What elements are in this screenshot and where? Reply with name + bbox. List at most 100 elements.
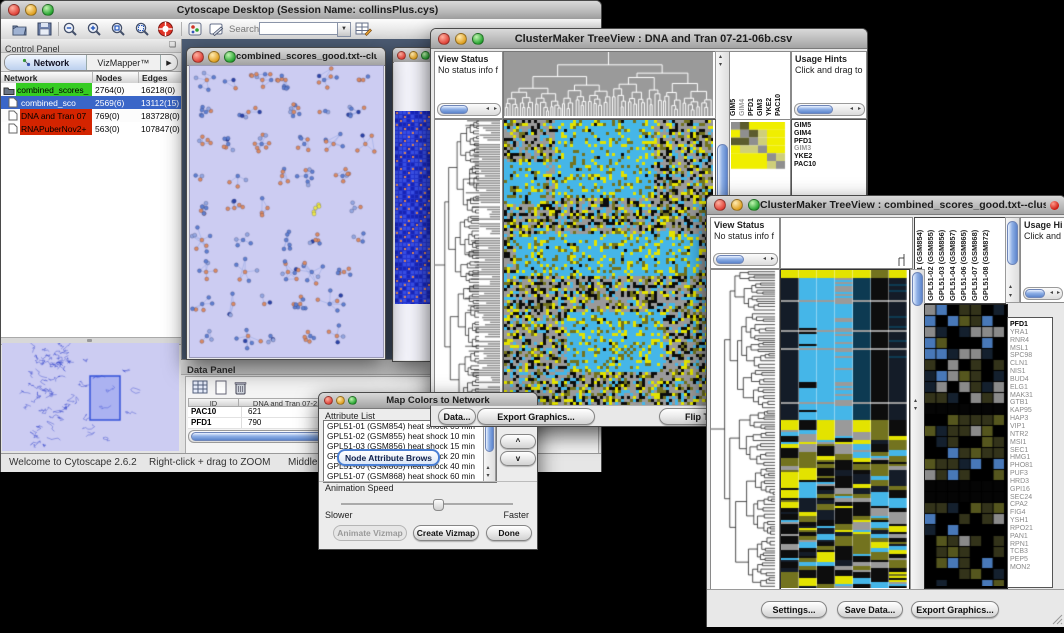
scroll-left-icon[interactable]: ◂: [850, 106, 853, 112]
main-title-bar[interactable]: Cytoscape Desktop (Session Name: collins…: [1, 1, 601, 20]
tv2-gene-label[interactable]: HRD3: [1008, 478, 1052, 486]
tv2-gene-label[interactable]: RPO21: [1008, 525, 1052, 533]
tv1-column-label[interactable]: GIM5: [730, 54, 739, 116]
traffic-lights[interactable]: [8, 4, 54, 16]
vizmapper-icon[interactable]: [187, 21, 204, 37]
tv2-gene-label[interactable]: RNR4: [1008, 337, 1052, 345]
tv1-column-dendrogram[interactable]: [503, 51, 716, 119]
delete-attribute-icon[interactable]: [233, 380, 250, 396]
tv2-zoom-view[interactable]: [924, 304, 1008, 589]
scroll-right-icon[interactable]: ▸: [771, 256, 774, 262]
id-header[interactable]: ID: [188, 398, 239, 407]
tv2-heatmap[interactable]: [780, 269, 910, 591]
tv1-hints-hscrollbar[interactable]: ◂ ▸: [794, 103, 865, 116]
zoom-window-icon[interactable]: [348, 396, 357, 405]
tv2-vscrollbar[interactable]: ▴ ▾: [910, 269, 925, 591]
tv1-gene-label[interactable]: YKE2: [792, 153, 866, 161]
tv2-row-dendrogram[interactable]: [710, 269, 780, 591]
help-lifering-icon[interactable]: [157, 21, 174, 37]
tab-network[interactable]: Network: [5, 55, 87, 70]
tv2-hints-hscrollbar[interactable]: ◂ ▸: [1023, 287, 1063, 300]
scroll-left-icon[interactable]: ◂: [486, 106, 489, 112]
tv1-heatmap[interactable]: [503, 119, 716, 413]
tv2-gene-label[interactable]: MSI1: [1008, 439, 1052, 447]
zoom-window-icon[interactable]: [421, 51, 430, 60]
scroll-up-icon[interactable]: ▴: [719, 54, 722, 60]
close-icon[interactable]: [324, 396, 333, 405]
zoom-window-icon[interactable]: [472, 33, 484, 45]
tv1-gene-label[interactable]: GIM5: [792, 122, 866, 130]
tv2-gene-label[interactable]: PUF3: [1008, 470, 1052, 478]
close-icon[interactable]: [397, 51, 406, 60]
tv2-gene-label[interactable]: VIP1: [1008, 423, 1052, 431]
resize-grip-icon[interactable]: [1050, 612, 1063, 625]
attribute-list-item[interactable]: GPL51-07 (GSM868) heat shock 60 min: [324, 471, 482, 481]
tv2-gene-label[interactable]: RPN1: [1008, 541, 1052, 549]
node-attribute-browser-button[interactable]: Node Attribute Brows: [337, 449, 440, 466]
scroll-down-icon[interactable]: ▾: [487, 473, 490, 479]
save-data-button[interactable]: Save Data...: [837, 601, 903, 618]
minimize-icon[interactable]: [336, 396, 345, 405]
scroll-left-icon[interactable]: ◂: [1050, 290, 1053, 296]
animation-speed-slider[interactable]: [341, 499, 513, 509]
tv2-column-dendrogram[interactable]: [780, 217, 913, 269]
close-icon[interactable]: [438, 33, 450, 45]
tv1-column-label[interactable]: YKE2: [766, 54, 775, 116]
zoom-window-icon[interactable]: [224, 51, 236, 63]
tv2-column-label[interactable]: GPL51-04 (GSM857): [948, 219, 959, 301]
table-mode-icon[interactable]: [192, 380, 209, 396]
scroll-right-icon[interactable]: ▸: [494, 106, 497, 112]
zoom-fit-icon[interactable]: [134, 21, 151, 37]
attribute-list-vscrollbar[interactable]: ▴ ▾: [483, 421, 496, 482]
tv2-column-label[interactable]: GPL51-03 (GSM856): [937, 219, 948, 301]
network-row[interactable]: DNA and Tran 07769(0)183728(0): [1, 109, 181, 122]
network-view-2[interactable]: [394, 62, 431, 360]
tv1-gene-label[interactable]: GIM4: [792, 130, 866, 138]
zoom-window-icon[interactable]: [748, 199, 760, 211]
create-vizmap-button[interactable]: Create Vizmap: [413, 525, 479, 541]
tv2-header-vscrollbar[interactable]: ▴ ▾: [1005, 217, 1020, 303]
tv1-column-label[interactable]: PAC10: [775, 54, 784, 116]
scroll-right-icon[interactable]: ▸: [1057, 290, 1060, 296]
minimize-icon[interactable]: [208, 51, 220, 63]
tab-vizmapper[interactable]: VizMapper™: [87, 55, 160, 70]
tv2-gene-label[interactable]: MAK31: [1008, 392, 1052, 400]
scroll-down-icon[interactable]: ▾: [914, 406, 917, 412]
zoom-selected-icon[interactable]: [110, 21, 127, 37]
tv1-gene-label[interactable]: PFD1: [792, 138, 866, 146]
tv2-column-label[interactable]: GPL51-06 (GSM865): [959, 219, 970, 301]
minimize-icon[interactable]: [25, 4, 37, 16]
tv2-gene-label[interactable]: HMG1: [1008, 454, 1052, 462]
tv2-gene-label[interactable]: KAP95: [1008, 407, 1052, 415]
tv2-gene-label[interactable]: YRA1: [1008, 329, 1052, 337]
done-button[interactable]: Done: [486, 525, 532, 541]
tv2-gene-label[interactable]: PAN1: [1008, 533, 1052, 541]
search-dropdown-button[interactable]: ▼: [337, 22, 351, 37]
scroll-left-icon[interactable]: ◂: [763, 256, 766, 262]
network-row[interactable]: combined_scores_2764(0)16218(0): [1, 83, 181, 96]
attribute-list-item[interactable]: GPL51-02 (GSM855) heat shock 10 min: [324, 431, 482, 441]
tv2-gene-label[interactable]: CLN1: [1008, 360, 1052, 368]
close-icon[interactable]: [192, 51, 204, 63]
tv2-gene-label[interactable]: GTB1: [1008, 399, 1052, 407]
zoom-out-icon[interactable]: [62, 21, 79, 37]
tv2-gene-label[interactable]: FIG4: [1008, 509, 1052, 517]
new-attribute-icon[interactable]: [214, 380, 231, 396]
tv2-gene-label[interactable]: SPC98: [1008, 352, 1052, 360]
tv1-gene-label[interactable]: GIM3: [792, 145, 866, 153]
scroll-down-icon[interactable]: ▾: [719, 62, 722, 68]
tv2-gene-label[interactable]: YSH1: [1008, 517, 1052, 525]
zoom-in-icon[interactable]: [86, 21, 103, 37]
minimize-icon[interactable]: [455, 33, 467, 45]
scroll-up-icon[interactable]: ▴: [487, 465, 490, 471]
scroll-up-icon[interactable]: ▴: [1009, 284, 1012, 290]
export-graphics-button[interactable]: Export Graphics...: [911, 601, 999, 618]
save-icon[interactable]: [36, 21, 53, 37]
attribute-browser-icon[interactable]: [355, 21, 372, 37]
open-file-icon[interactable]: [11, 21, 28, 37]
tv2-gene-label[interactable]: SEC24: [1008, 494, 1052, 502]
slider-thumb[interactable]: [433, 499, 444, 511]
tv1-status-hscrollbar[interactable]: ◂ ▸: [437, 103, 501, 116]
tv2-gene-label[interactable]: CPA2: [1008, 501, 1052, 509]
tv2-gene-label[interactable]: PFD1: [1008, 321, 1052, 329]
